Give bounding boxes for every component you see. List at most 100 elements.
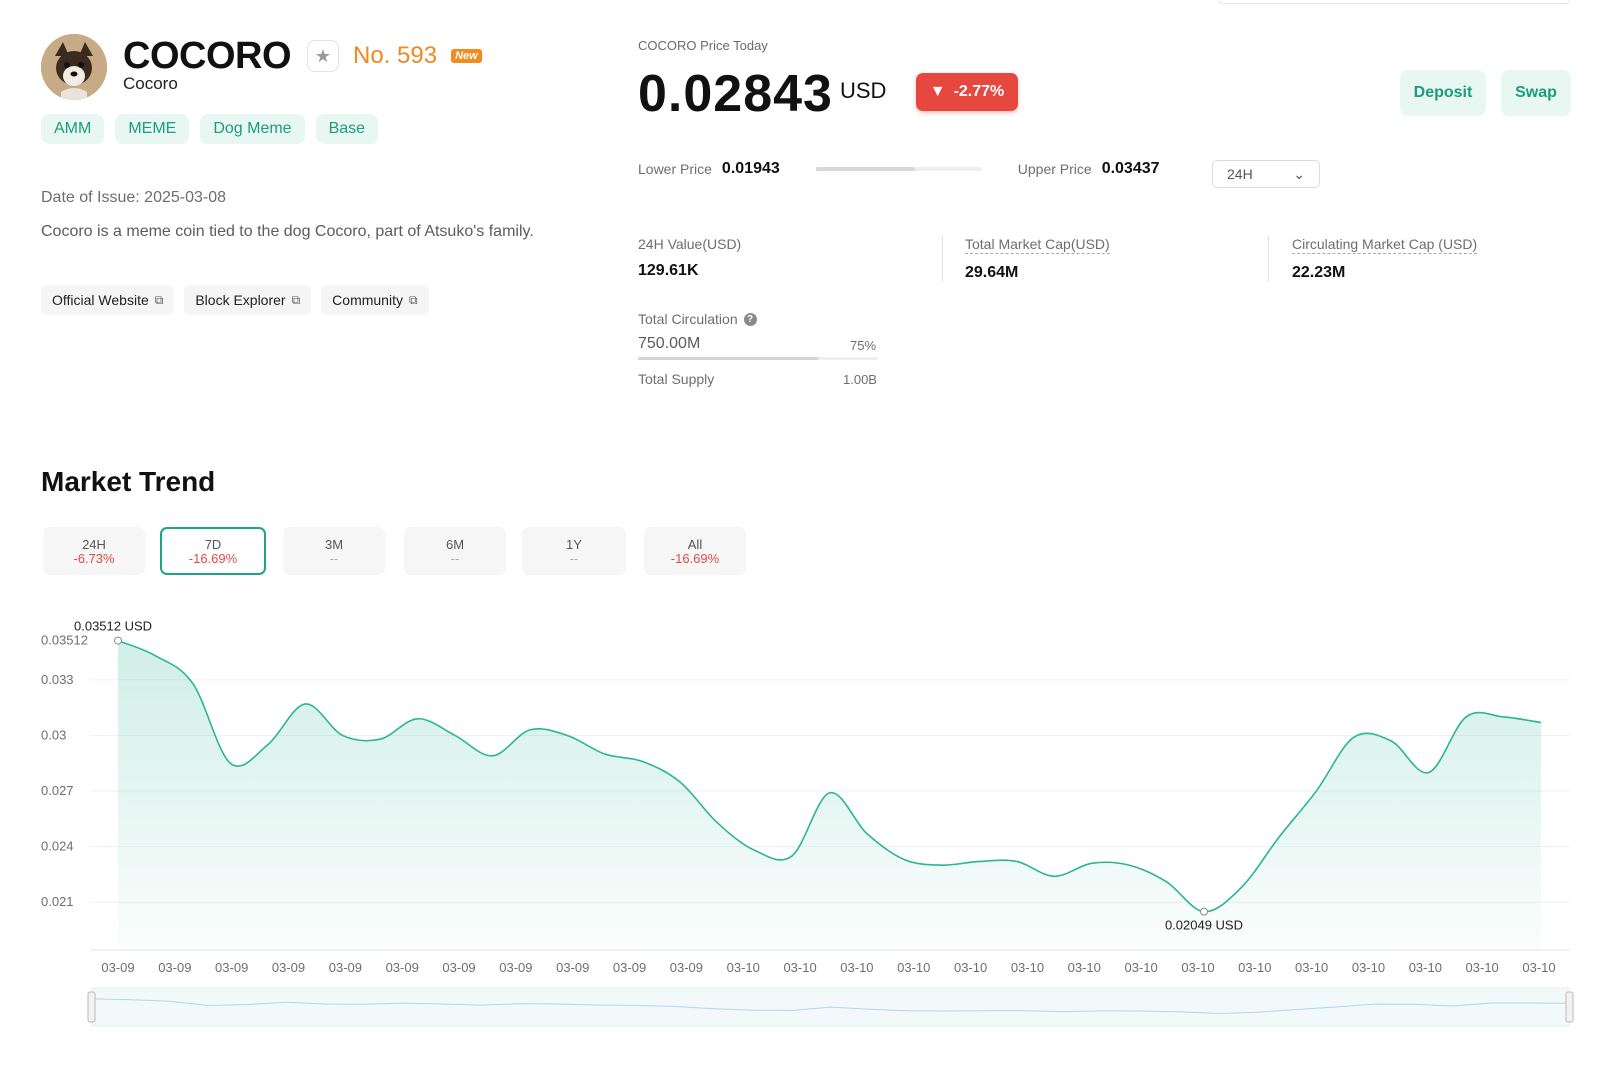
tag-dog-meme[interactable]: Dog Meme <box>200 114 305 144</box>
external-link-icon: ⧉ <box>408 292 418 307</box>
y-tick-label: 0.033 <box>41 672 74 687</box>
min-price-label: 0.02049 USD <box>1165 918 1243 933</box>
x-tick-label: 03-09 <box>272 960 305 975</box>
price-range-bar <box>815 167 982 171</box>
x-tick-label: 03-10 <box>954 960 987 975</box>
x-tick-label: 03-10 <box>897 960 930 975</box>
trend-tab-7d[interactable]: 7D -16.69% <box>160 527 266 575</box>
stat-value: 129.61K <box>638 262 699 279</box>
navigator-handle-right <box>1565 991 1574 1023</box>
upper-price-label: Upper Price <box>1017 161 1092 177</box>
stat-label: 24H Value(USD) <box>638 236 742 252</box>
x-tick-label: 03-09 <box>499 960 532 975</box>
token-header: COCORO ★ No. 593 New Cocoro <box>41 34 482 100</box>
trend-tab-all[interactable]: All -16.69% <box>644 527 746 575</box>
external-link-icon: ⧉ <box>154 292 164 307</box>
lower-price-value: 0.01943 <box>721 160 780 177</box>
trend-tab-change: -- <box>569 550 579 566</box>
x-tick-label: 03-10 <box>1181 960 1214 975</box>
x-tick-label: 03-10 <box>783 960 816 975</box>
stat-24h-value: 24H Value(USD) 129.61K <box>638 236 741 280</box>
trend-tab-24h[interactable]: 24H -6.73% <box>43 527 145 575</box>
tag-amm[interactable]: AMM <box>41 114 105 144</box>
price-unit: USD <box>840 78 887 103</box>
x-tick-label: 03-10 <box>1124 960 1157 975</box>
link-label: Block Explorer <box>195 292 286 308</box>
y-tick-label: 0.024 <box>41 839 74 854</box>
circulation-value: 750.00M <box>638 335 701 352</box>
x-tick-label: 03-10 <box>1295 960 1328 975</box>
star-icon: ★ <box>314 45 332 66</box>
trend-tab-1y[interactable]: 1Y -- <box>522 527 626 575</box>
range-period-select[interactable]: 24H ⌄ <box>1212 160 1320 188</box>
y-tick-label: 0.021 <box>41 894 74 909</box>
price-range: Lower Price 0.01943 Upper Price 0.03437 <box>638 160 1160 178</box>
stat-value: 22.23M <box>1292 264 1346 281</box>
trend-tab-6m[interactable]: 6M -- <box>404 527 506 575</box>
help-icon[interactable]: ? <box>743 312 757 326</box>
token-name: Cocoro <box>123 74 178 93</box>
stat-divider <box>942 236 943 282</box>
y-tick-label: 0.027 <box>41 783 74 798</box>
x-tick-label: 03-09 <box>329 960 362 975</box>
market-trend-title: Market Trend <box>41 466 216 497</box>
stat-value: 29.64M <box>965 264 1019 281</box>
x-tick-label: 03-09 <box>670 960 703 975</box>
y-tick-label: 0.03512 <box>41 633 88 648</box>
circulation-bar-fill <box>638 357 818 360</box>
max-price-label: 0.03512 USD <box>74 619 152 634</box>
tag-meme[interactable]: MEME <box>115 114 190 144</box>
trend-tab-change: -- <box>450 550 460 566</box>
chart-svg[interactable]: 0.03512 0.033 0.03 0.027 0.024 0.021 03-09 03-0… <box>0 600 1600 1075</box>
issue-date: Date of Issue: 2025-03-08 <box>41 189 227 206</box>
stat-divider <box>1268 236 1269 282</box>
token-links: Official Website ⧉ Block Explorer ⧉ Commun… <box>41 285 429 315</box>
upper-price-value: 0.03437 <box>1101 160 1160 177</box>
arrow-down-icon: ▼ <box>929 83 946 100</box>
x-tick-label: 03-10 <box>1352 960 1385 975</box>
x-tick-label: 03-10 <box>1522 960 1555 975</box>
total-supply-label: Total Supply <box>638 371 715 387</box>
max-point-marker <box>114 636 122 645</box>
x-tick-label: 03-10 <box>727 960 760 975</box>
external-link-icon: ⧉ <box>291 292 301 307</box>
x-tick-label: 03-09 <box>386 960 419 975</box>
price-change-value: -2.77% <box>953 83 1005 100</box>
swap-button[interactable]: Swap <box>1501 70 1571 116</box>
x-tick-label: 03-09 <box>215 960 248 975</box>
x-tick-label: 03-10 <box>1011 960 1044 975</box>
trend-tab-label: 1Y <box>566 536 582 552</box>
official-website-link[interactable]: Official Website ⧉ <box>41 285 175 315</box>
search-box-edge[interactable] <box>1218 0 1570 4</box>
link-label: Official Website <box>52 292 149 308</box>
price-range-fill <box>815 167 916 171</box>
price-label: COCORO Price Today <box>638 38 768 53</box>
trend-tab-change: -6.73% <box>73 550 115 566</box>
trend-tab-label: 6M <box>445 536 465 552</box>
token-rank: No. 593 <box>353 42 438 69</box>
total-supply-value: 1.00B <box>843 372 877 387</box>
y-tick-label: 0.03 <box>41 727 66 742</box>
deposit-button[interactable]: Deposit <box>1400 70 1486 116</box>
community-link[interactable]: Community ⧉ <box>321 285 429 315</box>
stat-label[interactable]: Circulating Market Cap (USD) <box>1292 236 1478 254</box>
price-area <box>118 640 1541 950</box>
trend-tab-change: -16.69% <box>670 550 720 566</box>
market-trend-chart[interactable]: 0.03512 0.033 0.03 0.027 0.024 0.021 03-09 03-0… <box>0 600 1600 1075</box>
token-tags: AMM MEME Dog Meme Base <box>41 114 379 144</box>
trend-tab-change: -16.69% <box>188 550 238 566</box>
trend-tab-label: 24H <box>82 536 106 552</box>
link-label: Community <box>332 292 403 308</box>
tag-base[interactable]: Base <box>315 114 379 144</box>
x-tick-label: 03-09 <box>442 960 475 975</box>
new-badge: New <box>451 49 482 63</box>
block-explorer-link[interactable]: Block Explorer ⧉ <box>184 285 312 315</box>
stat-label[interactable]: Total Market Cap(USD) <box>965 236 1110 254</box>
price-value: 0.02843 <box>638 65 833 123</box>
min-point-marker <box>1199 907 1208 916</box>
navigator-handle-left <box>87 991 96 1023</box>
trend-tab-3m[interactable]: 3M -- <box>283 527 385 575</box>
favorite-star-button[interactable]: ★ <box>307 40 339 72</box>
token-description: Cocoro is a meme coin tied to the dog Co… <box>41 223 534 240</box>
token-avatar <box>41 34 107 100</box>
